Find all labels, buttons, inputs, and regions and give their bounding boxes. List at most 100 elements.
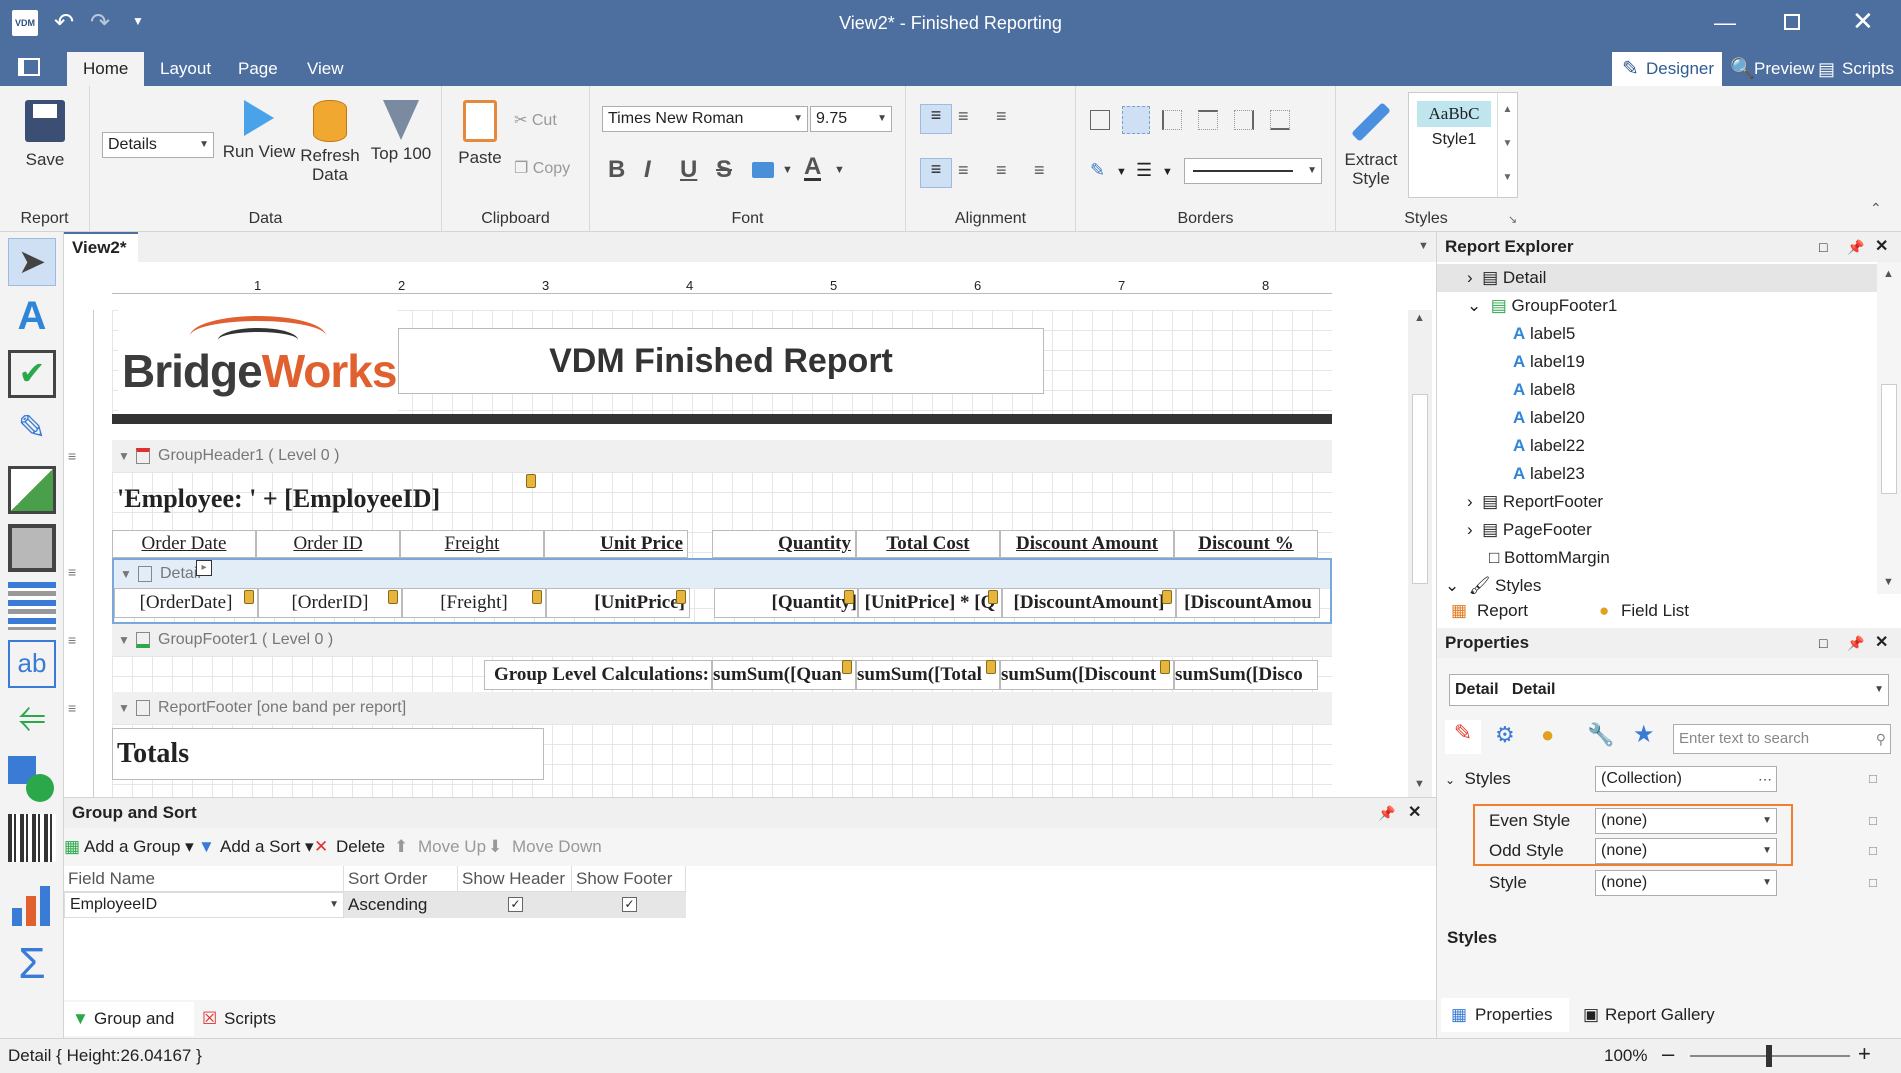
tree-node-label5[interactable]: A label5 bbox=[1513, 320, 1575, 348]
smart-tag-icon[interactable] bbox=[1160, 660, 1170, 674]
col-discount-pct[interactable]: Discount % bbox=[1174, 530, 1318, 558]
move-up-button[interactable]: ⬆ Move Up bbox=[394, 832, 486, 862]
label-tool-icon[interactable]: A bbox=[8, 294, 56, 342]
smart-tag-icon[interactable] bbox=[986, 660, 996, 674]
report-footer-band-title[interactable]: ▼ ReportFooter [one band per report] bbox=[112, 692, 1332, 724]
group-footer-band-title[interactable]: ▼ GroupFooter1 ( Level 0 ) bbox=[112, 624, 1332, 656]
detail-total-cost[interactable]: [UnitPrice] * [Q bbox=[858, 588, 1002, 618]
report-title[interactable]: VDM Finished Report bbox=[398, 328, 1044, 394]
group-header-band-title[interactable]: ▼ GroupHeader1 ( Level 0 ) bbox=[112, 440, 1332, 472]
details-combo[interactable]: Details ▼ bbox=[102, 132, 214, 158]
highlight-icon[interactable] bbox=[752, 162, 774, 178]
dialog-launcher-icon[interactable]: ↘ bbox=[1508, 213, 1517, 226]
property-search-input[interactable]: Enter text to search ⚲ bbox=[1673, 724, 1891, 754]
font-color-icon[interactable]: A bbox=[804, 155, 822, 181]
border-color-icon[interactable]: ✎ bbox=[1090, 160, 1105, 181]
minimize-icon[interactable]: — bbox=[1714, 10, 1736, 36]
scroll-thumb[interactable] bbox=[1881, 384, 1897, 494]
scroll-down-icon[interactable]: ▼ bbox=[1883, 576, 1894, 588]
col-discount-amount[interactable]: Discount Amount bbox=[1000, 530, 1174, 558]
scroll-thumb[interactable] bbox=[1412, 394, 1428, 584]
detail-freight[interactable]: [Freight] bbox=[402, 588, 546, 618]
table-tool-icon[interactable] bbox=[8, 582, 56, 630]
smart-tag-icon[interactable] bbox=[842, 660, 852, 674]
reset-icon[interactable]: □ bbox=[1869, 808, 1877, 834]
border-all-icon[interactable] bbox=[1090, 110, 1110, 130]
detail-quantity[interactable]: [Quantity] bbox=[714, 588, 858, 618]
collapse-icon[interactable]: ≡ bbox=[68, 700, 76, 716]
underline-icon[interactable]: U bbox=[680, 156, 697, 184]
collapse-icon[interactable]: ≡ bbox=[68, 632, 76, 648]
zoom-out-icon[interactable]: – bbox=[1662, 1041, 1674, 1067]
tab-group-and-sort[interactable]: ▼Group and Sort bbox=[64, 1002, 194, 1062]
border-top-icon[interactable] bbox=[1198, 110, 1218, 130]
tree-node-reportfooter[interactable]: › ▤ ReportFooter bbox=[1467, 488, 1603, 516]
detail-discount-pct[interactable]: [DiscountAmou bbox=[1176, 588, 1320, 618]
prop-value-styles[interactable]: (Collection) ⋯ bbox=[1595, 766, 1777, 792]
align-top-icon[interactable]: ≡ bbox=[920, 104, 952, 134]
show-header-cell[interactable]: ✓ bbox=[458, 892, 572, 918]
tree-node-detail[interactable]: › ▤ Detail bbox=[1467, 264, 1546, 292]
reset-icon[interactable]: □ bbox=[1869, 870, 1877, 896]
border-inner-icon[interactable] bbox=[1122, 106, 1150, 134]
group-footer-band[interactable]: Group Level Calculations: sumSum([Quan s… bbox=[112, 656, 1332, 692]
delete-button[interactable]: ✕ Delete bbox=[314, 832, 385, 862]
scroll-down-icon[interactable]: ▼ bbox=[1414, 778, 1425, 790]
refresh-data-button[interactable]: Refresh Data bbox=[296, 100, 364, 184]
detail-unit-price[interactable]: [UnitPrice] bbox=[546, 588, 690, 618]
pointer-tool-icon[interactable]: ➤ bbox=[8, 238, 56, 286]
explorer-scrollbar[interactable]: ▲ ▼ bbox=[1877, 262, 1901, 594]
summary-tool-icon[interactable]: Σ bbox=[8, 940, 56, 988]
scripts-button[interactable]: ▤ Scripts bbox=[1812, 52, 1894, 86]
align-bottom-icon[interactable]: ≡ bbox=[996, 106, 1007, 127]
italic-icon[interactable]: I bbox=[644, 156, 651, 184]
barcode-tool-icon[interactable] bbox=[8, 814, 56, 862]
tree-node-label20[interactable]: A label20 bbox=[1513, 404, 1585, 432]
detail-band-title[interactable]: ▼ Detail ▸ bbox=[112, 558, 1332, 588]
run-view-button[interactable]: Run View bbox=[218, 100, 300, 161]
tree-node-label22[interactable]: A label22 bbox=[1513, 432, 1585, 460]
shape-tool-icon[interactable] bbox=[8, 756, 56, 804]
page-header-band[interactable]: BridgeWorks VDM Finished Report bbox=[112, 310, 1332, 424]
chevron-down-icon[interactable]: ▼ bbox=[1116, 166, 1127, 178]
align-left-icon[interactable]: ≡ bbox=[920, 158, 952, 188]
close-panel-icon[interactable]: ✕ bbox=[1875, 232, 1888, 262]
smart-tag-icon[interactable] bbox=[1162, 590, 1172, 604]
bold-icon[interactable]: B bbox=[608, 156, 625, 184]
designer-button[interactable]: ✎ Designer bbox=[1612, 52, 1722, 86]
close-panel-icon[interactable]: ✕ bbox=[1875, 628, 1888, 658]
pin-icon[interactable]: 📌 bbox=[1847, 232, 1864, 262]
smart-tag-icon[interactable] bbox=[676, 590, 686, 604]
show-footer-checkbox[interactable]: ✓ bbox=[622, 897, 637, 912]
save-button[interactable]: Save bbox=[14, 100, 76, 169]
even-style-row[interactable]: Even Style (none) ▼ □ bbox=[1489, 808, 1885, 838]
chart-tool-icon[interactable] bbox=[8, 882, 56, 930]
close-icon[interactable]: ✕ bbox=[1852, 6, 1874, 37]
border-width-icon[interactable]: ☰ bbox=[1136, 160, 1152, 181]
smart-tag-icon[interactable] bbox=[844, 590, 854, 604]
tree-node-pagefooter[interactable]: › ▤ PageFooter bbox=[1467, 516, 1592, 544]
props-tab-properties[interactable]: ▦ Properties bbox=[1441, 998, 1569, 1032]
col-freight[interactable]: Freight bbox=[400, 530, 544, 558]
band-smart-tag-icon[interactable]: ▸ bbox=[196, 560, 212, 576]
font-family-combo[interactable]: Times New Roman ▼ bbox=[602, 106, 808, 132]
reset-icon[interactable]: □ bbox=[1869, 838, 1877, 864]
field-name-cell[interactable]: EmployeeID ▼ bbox=[64, 892, 344, 918]
panel-tool-icon[interactable] bbox=[8, 524, 56, 572]
group-sum-total[interactable]: sumSum([Total bbox=[856, 660, 1000, 690]
col-quantity[interactable]: Quantity bbox=[712, 530, 856, 558]
pin-icon[interactable]: 📌 bbox=[1847, 628, 1864, 658]
zoom-slider-thumb[interactable] bbox=[1766, 1045, 1772, 1067]
props-tab-gallery[interactable]: ▣ Report Gallery bbox=[1573, 998, 1723, 1032]
totals-label[interactable]: Totals bbox=[112, 728, 544, 780]
checkbox-tool-icon[interactable]: ✔ bbox=[8, 350, 56, 398]
align-justify-icon[interactable]: ≡ bbox=[1034, 160, 1045, 181]
border-style-combo[interactable]: ▼ bbox=[1184, 158, 1322, 184]
close-panel-icon[interactable]: ✕ bbox=[1408, 798, 1421, 828]
copy-button[interactable]: ❐ Copy bbox=[514, 158, 570, 178]
app-menu-icon[interactable] bbox=[18, 58, 40, 76]
align-center-icon[interactable]: ≡ bbox=[958, 160, 969, 181]
canvas-scrollbar[interactable]: ▲ ▼ bbox=[1408, 310, 1432, 797]
show-header-checkbox[interactable]: ✓ bbox=[508, 897, 523, 912]
tree-node-label8[interactable]: A label8 bbox=[1513, 376, 1575, 404]
